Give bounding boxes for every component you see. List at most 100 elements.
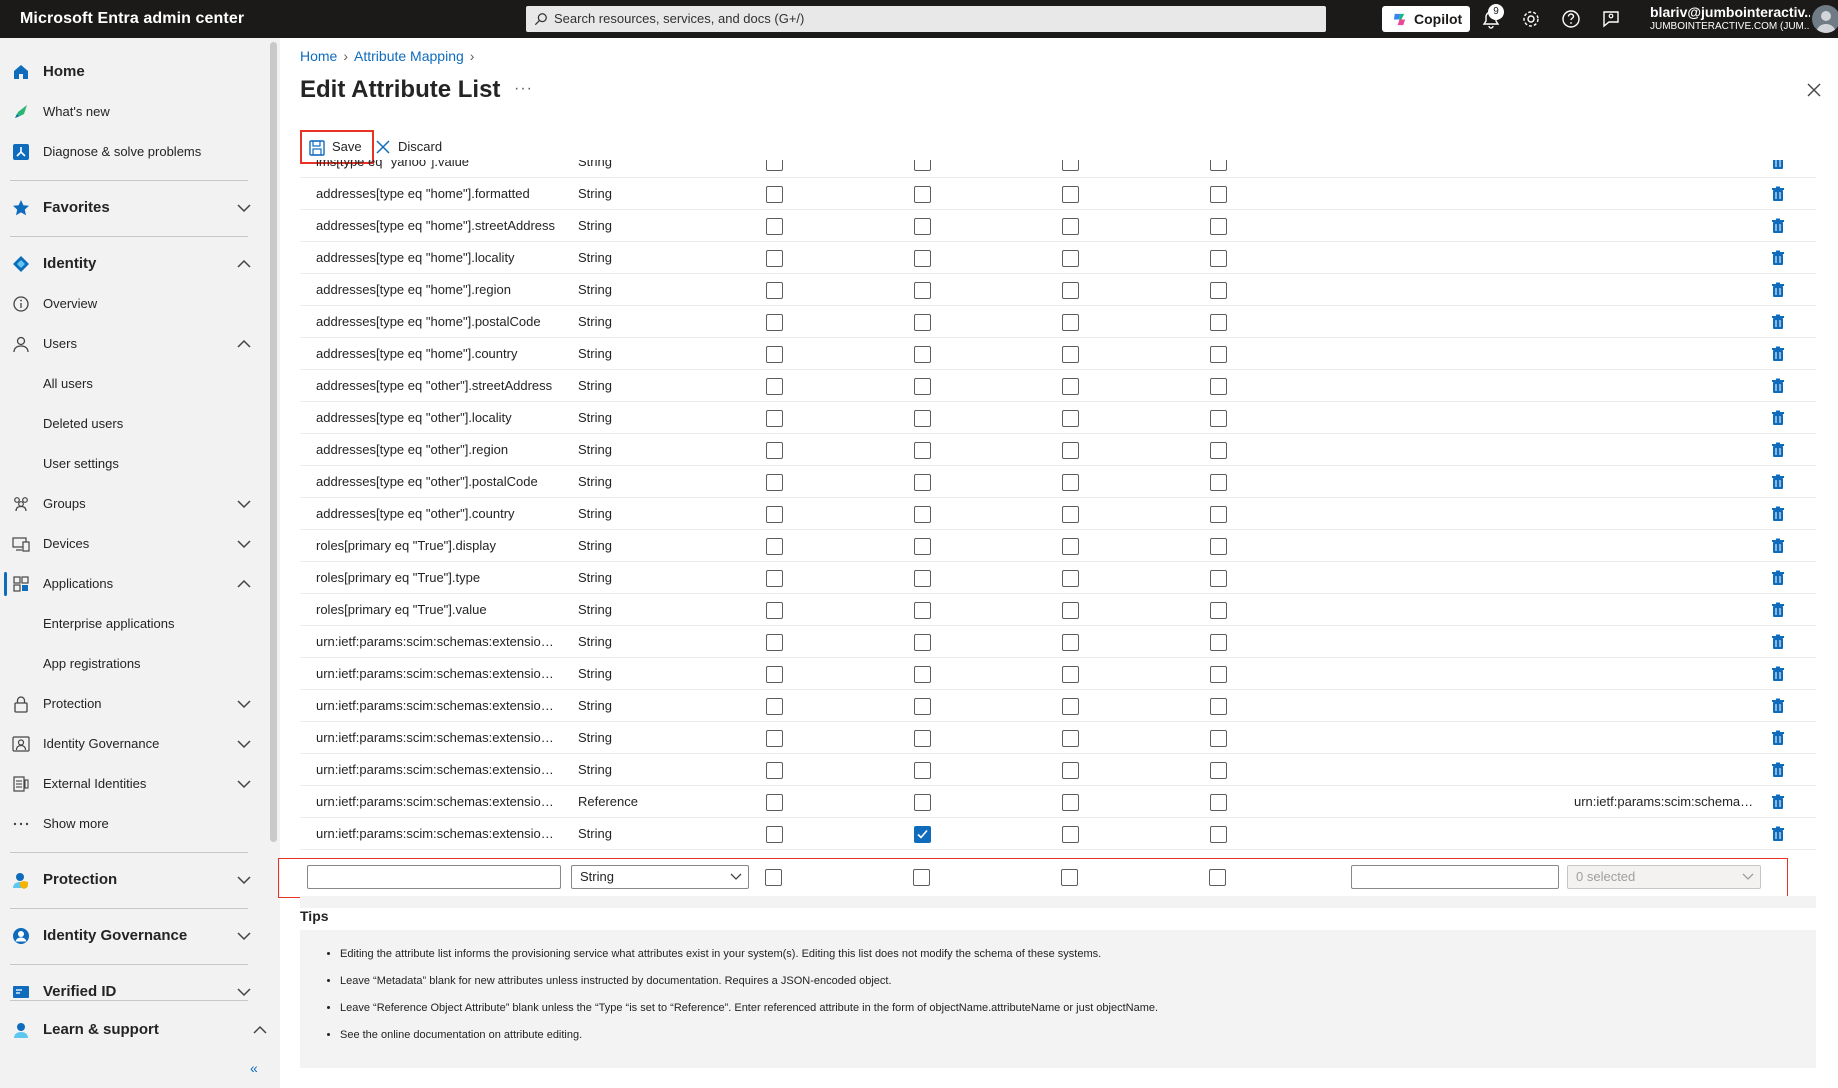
attribute-checkbox-4[interactable]	[1210, 250, 1227, 267]
attribute-checkbox-1[interactable]	[766, 250, 783, 267]
attribute-checkbox-1[interactable]	[766, 282, 783, 299]
sidebar-item-applications[interactable]: Applications	[0, 564, 266, 604]
breadcrumb-home[interactable]: Home	[300, 48, 337, 64]
delete-icon[interactable]	[1770, 730, 1786, 746]
close-icon[interactable]	[1806, 82, 1822, 98]
attribute-checkbox-2[interactable]	[914, 730, 931, 747]
delete-icon[interactable]	[1770, 442, 1786, 458]
sidebar-scrollbar[interactable]	[270, 42, 277, 842]
delete-icon[interactable]	[1770, 314, 1786, 330]
attribute-checkbox-4[interactable]	[1210, 218, 1227, 235]
delete-icon[interactable]	[1770, 250, 1786, 266]
help-icon[interactable]	[1560, 8, 1582, 30]
attribute-checkbox-4[interactable]	[1210, 346, 1227, 363]
attribute-checkbox-1[interactable]	[766, 602, 783, 619]
delete-icon[interactable]	[1770, 346, 1786, 362]
attribute-checkbox-2[interactable]	[914, 314, 931, 331]
attribute-checkbox-4[interactable]	[1210, 186, 1227, 203]
attribute-checkbox-2[interactable]	[914, 634, 931, 651]
attribute-checkbox-3[interactable]	[1062, 160, 1079, 171]
attribute-checkbox-4[interactable]	[1210, 282, 1227, 299]
attribute-checkbox-2[interactable]	[914, 186, 931, 203]
attribute-checkbox-3[interactable]	[1062, 826, 1079, 843]
attribute-checkbox-3[interactable]	[1062, 666, 1079, 683]
attribute-checkbox-1[interactable]	[766, 634, 783, 651]
delete-icon[interactable]	[1770, 826, 1786, 842]
attribute-checkbox-4[interactable]	[1210, 570, 1227, 587]
attribute-checkbox-1[interactable]	[766, 826, 783, 843]
new-attribute-multiselect[interactable]: 0 selected	[1567, 865, 1761, 889]
attribute-checkbox-3[interactable]	[1062, 378, 1079, 395]
attribute-checkbox-2[interactable]	[914, 346, 931, 363]
attribute-checkbox-1[interactable]	[766, 442, 783, 459]
attribute-checkbox-1[interactable]	[766, 160, 783, 171]
attribute-checkbox-2[interactable]	[914, 378, 931, 395]
attribute-checkbox-1[interactable]	[766, 314, 783, 331]
sidebar-item-devices[interactable]: Devices	[0, 524, 266, 564]
account-info[interactable]: blariv@jumbointeractiv... JUMBOINTERACTI…	[1650, 4, 1810, 32]
attribute-checkbox-1[interactable]	[766, 474, 783, 491]
attribute-checkbox-4[interactable]	[1210, 410, 1227, 427]
attribute-checkbox-1[interactable]	[766, 570, 783, 587]
attribute-checkbox-2[interactable]	[914, 442, 931, 459]
attribute-checkbox-1[interactable]	[766, 186, 783, 203]
attribute-checkbox-3[interactable]	[1062, 250, 1079, 267]
attribute-checkbox-1[interactable]	[766, 378, 783, 395]
attribute-checkbox-4[interactable]	[1210, 538, 1227, 555]
new-attribute-name-input[interactable]	[307, 865, 561, 889]
sidebar-item-all-users[interactable]: All users	[0, 364, 266, 404]
sidebar-item-identity[interactable]: Identity	[0, 244, 266, 284]
attribute-checkbox-4[interactable]	[1210, 826, 1227, 843]
attribute-checkbox-2[interactable]	[914, 762, 931, 779]
attribute-checkbox-3[interactable]	[1062, 762, 1079, 779]
attribute-checkbox-1[interactable]	[766, 410, 783, 427]
attribute-checkbox-4[interactable]	[1210, 602, 1227, 619]
save-button[interactable]: Save	[300, 130, 374, 164]
attribute-checkbox-2[interactable]	[914, 570, 931, 587]
delete-icon[interactable]	[1770, 634, 1786, 650]
delete-icon[interactable]	[1770, 474, 1786, 490]
attribute-checkbox-4[interactable]	[1210, 634, 1227, 651]
new-row-checkbox-4[interactable]	[1209, 869, 1226, 886]
sidebar-item-users[interactable]: Users	[0, 324, 266, 364]
attribute-checkbox-3[interactable]	[1062, 282, 1079, 299]
attribute-checkbox-1[interactable]	[766, 666, 783, 683]
attribute-checkbox-3[interactable]	[1062, 602, 1079, 619]
app-title[interactable]: Microsoft Entra admin center	[20, 0, 244, 38]
attribute-checkbox-2[interactable]	[914, 794, 931, 811]
sidebar-item-favorites[interactable]: Favorites	[0, 188, 266, 228]
delete-icon[interactable]	[1770, 794, 1786, 810]
attribute-checkbox-3[interactable]	[1062, 186, 1079, 203]
delete-icon[interactable]	[1770, 762, 1786, 778]
delete-icon[interactable]	[1770, 410, 1786, 426]
sidebar-section-protection[interactable]: Protection	[0, 860, 266, 900]
attribute-checkbox-3[interactable]	[1062, 506, 1079, 523]
attribute-checkbox-4[interactable]	[1210, 730, 1227, 747]
new-row-checkbox-2[interactable]	[913, 869, 930, 886]
attribute-checkbox-3[interactable]	[1062, 218, 1079, 235]
attribute-checkbox-2[interactable]	[914, 474, 931, 491]
attribute-checkbox-4[interactable]	[1210, 794, 1227, 811]
new-attribute-type-select[interactable]: String	[571, 865, 749, 889]
attribute-checkbox-4[interactable]	[1210, 442, 1227, 459]
sidebar-item-protection[interactable]: Protection	[0, 684, 266, 724]
attribute-checkbox-2[interactable]	[914, 826, 931, 843]
attribute-checkbox-2[interactable]	[914, 602, 931, 619]
copilot-button[interactable]: Copilot	[1382, 6, 1470, 32]
attribute-checkbox-2[interactable]	[914, 250, 931, 267]
new-attribute-reference-input[interactable]	[1351, 865, 1559, 889]
attribute-checkbox-2[interactable]	[914, 506, 931, 523]
sidebar-item-diagnose[interactable]: Diagnose & solve problems	[0, 132, 266, 172]
more-options-button[interactable]: ···	[514, 80, 533, 98]
delete-icon[interactable]	[1770, 570, 1786, 586]
attribute-checkbox-4[interactable]	[1210, 666, 1227, 683]
attribute-checkbox-1[interactable]	[766, 506, 783, 523]
sidebar-item-home[interactable]: Home	[0, 52, 266, 92]
feedback-icon[interactable]	[1600, 8, 1622, 30]
delete-icon[interactable]	[1770, 506, 1786, 522]
attribute-checkbox-3[interactable]	[1062, 730, 1079, 747]
attribute-checkbox-4[interactable]	[1210, 160, 1227, 171]
attribute-checkbox-3[interactable]	[1062, 634, 1079, 651]
delete-icon[interactable]	[1770, 602, 1786, 618]
attribute-checkbox-4[interactable]	[1210, 378, 1227, 395]
